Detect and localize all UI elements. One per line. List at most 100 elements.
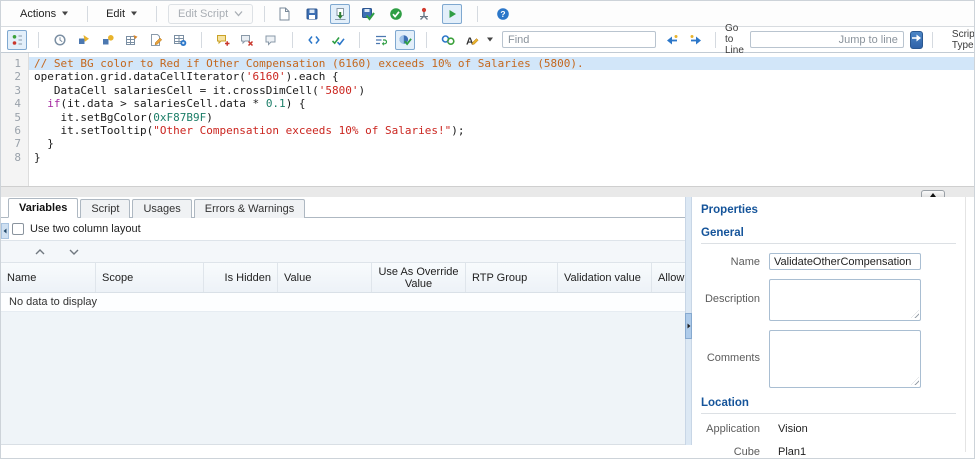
save-as-icon[interactable] (330, 4, 350, 24)
two-column-layout-row: Use two column layout (1, 218, 685, 240)
toolbar1-icons: ? (274, 4, 513, 24)
actions-menu[interactable]: Actions (11, 5, 78, 23)
find-nav-icons (662, 30, 706, 50)
edit-menu[interactable]: Edit (97, 5, 147, 23)
source-code-icon[interactable] (304, 30, 324, 50)
column-header-name[interactable]: Name (1, 263, 96, 292)
find-input[interactable] (502, 31, 656, 48)
tab-script[interactable]: Script (80, 199, 130, 218)
cube-label: Cube (701, 446, 769, 458)
arrow-right-icon (911, 33, 922, 46)
column-header-is-hidden[interactable]: Is Hidden (204, 263, 278, 292)
name-input[interactable] (769, 253, 921, 270)
save-icon[interactable] (302, 4, 322, 24)
location-section-heading: Location (701, 397, 956, 414)
svg-text:?: ? (501, 9, 506, 19)
name-field-row: Name (701, 253, 964, 270)
panel-collapse-left-handle[interactable] (1, 223, 9, 239)
help-icon[interactable]: ? (493, 4, 513, 24)
find-advanced-icon[interactable] (438, 30, 458, 50)
goto-line-button[interactable] (910, 31, 923, 49)
toolbar-divider (426, 32, 427, 48)
column-header-rtp-group[interactable]: RTP Group (466, 263, 558, 292)
format-options-caret-icon[interactable] (486, 34, 494, 46)
toolbar-divider (87, 6, 88, 22)
validate-ok-icon[interactable] (386, 4, 406, 24)
toolbar-divider (156, 6, 157, 22)
comment-icon[interactable] (261, 30, 281, 50)
edit-file-icon[interactable] (146, 30, 166, 50)
svg-text:A: A (466, 35, 474, 47)
code-line: DataCell salariesCell = it.crossDimCell(… (29, 84, 974, 97)
edit-script-label: Edit Script (178, 8, 228, 20)
history-icon[interactable] (50, 30, 70, 50)
splitter-collapse-handle[interactable] (685, 313, 692, 339)
line-number: 4 (1, 97, 21, 110)
tab-errors-warnings[interactable]: Errors & Warnings (194, 199, 305, 218)
jump-to-line-input[interactable] (750, 31, 904, 48)
grid-capture-icon[interactable] (170, 30, 190, 50)
code-editor: 12345678 // Set BG color to Red if Other… (1, 53, 974, 187)
script-settings-icon[interactable] (7, 30, 27, 50)
main-toolbar: Actions Edit Edit Script ? (1, 1, 974, 27)
line-number: 1 (1, 57, 21, 70)
caret-down-icon (61, 8, 69, 20)
comments-field-row: Comments (701, 330, 964, 388)
highlight-syntax-icon[interactable] (395, 30, 415, 50)
line-number: 5 (1, 111, 21, 124)
code-area[interactable]: // Set BG color to Red if Other Compensa… (29, 53, 974, 186)
find-previous-icon[interactable] (662, 30, 682, 50)
horizontal-splitter[interactable] (1, 187, 974, 197)
description-textarea[interactable] (769, 279, 921, 321)
deploy-icon[interactable] (414, 4, 434, 24)
line-number: 7 (1, 137, 21, 150)
code-line: if(it.data > salariesCell.data * 0.1) { (29, 97, 974, 110)
member-grid-icon[interactable] (122, 30, 142, 50)
tab-variables[interactable]: Variables (8, 198, 78, 218)
editor-toolbar: A Go to Line Script Type Groovy Script (1, 27, 974, 53)
variables-table-header: NameScopeIs HiddenValueUse As Override V… (1, 263, 685, 293)
column-header-scope[interactable]: Scope (96, 263, 204, 292)
validate-save-icon[interactable] (358, 4, 378, 24)
general-section-heading: General (701, 227, 956, 244)
bottom-tab-bar: VariablesScriptUsagesErrors & Warnings (1, 197, 685, 218)
tab-usages[interactable]: Usages (132, 199, 191, 218)
two-column-layout-checkbox[interactable] (12, 223, 24, 235)
find-next-icon[interactable] (686, 30, 706, 50)
code-line: it.setBgColor(0xF87B9F) (29, 111, 974, 124)
run-script-icon[interactable] (442, 4, 462, 24)
line-number: 8 (1, 151, 21, 164)
remove-comment-icon[interactable] (237, 30, 257, 50)
move-down-button[interactable] (65, 244, 83, 260)
two-column-layout-label: Use two column layout (30, 223, 141, 235)
edit-script-dropdown[interactable]: Edit Script (168, 4, 253, 24)
code-line: it.setTooltip("Other Compensation exceed… (29, 124, 974, 137)
toolbar-divider (477, 6, 478, 22)
column-header-validation-value[interactable]: Validation value (558, 263, 652, 292)
insert-function-icon[interactable] (74, 30, 94, 50)
comments-textarea[interactable] (769, 330, 921, 388)
toolbar-divider (201, 32, 202, 48)
edit-menu-label: Edit (106, 8, 125, 20)
format-font-icon[interactable]: A (462, 30, 482, 50)
toolbar-divider (715, 32, 716, 48)
chevron-down-icon (234, 8, 243, 20)
verify-syntax-icon[interactable] (328, 30, 348, 50)
name-label: Name (701, 253, 769, 270)
code-line: operation.grid.dataCellIterator('6160').… (29, 70, 974, 83)
code-line: } (29, 137, 974, 150)
insert-variable-icon[interactable] (98, 30, 118, 50)
column-header-value[interactable]: Value (278, 263, 372, 292)
toolbar-divider (932, 32, 933, 48)
wrap-text-icon[interactable] (371, 30, 391, 50)
column-header-allow[interactable]: Allow (652, 263, 685, 292)
move-up-button[interactable] (31, 244, 49, 260)
add-comment-icon[interactable] (213, 30, 233, 50)
new-script-icon[interactable] (274, 4, 294, 24)
toolbar-divider (264, 6, 265, 22)
triangle-left-icon (3, 225, 7, 237)
caret-down-icon (130, 8, 138, 20)
column-header-use-as-override-value[interactable]: Use As Override Value (372, 263, 466, 292)
code-line: } (29, 151, 974, 164)
variables-mini-toolbar (1, 240, 685, 263)
